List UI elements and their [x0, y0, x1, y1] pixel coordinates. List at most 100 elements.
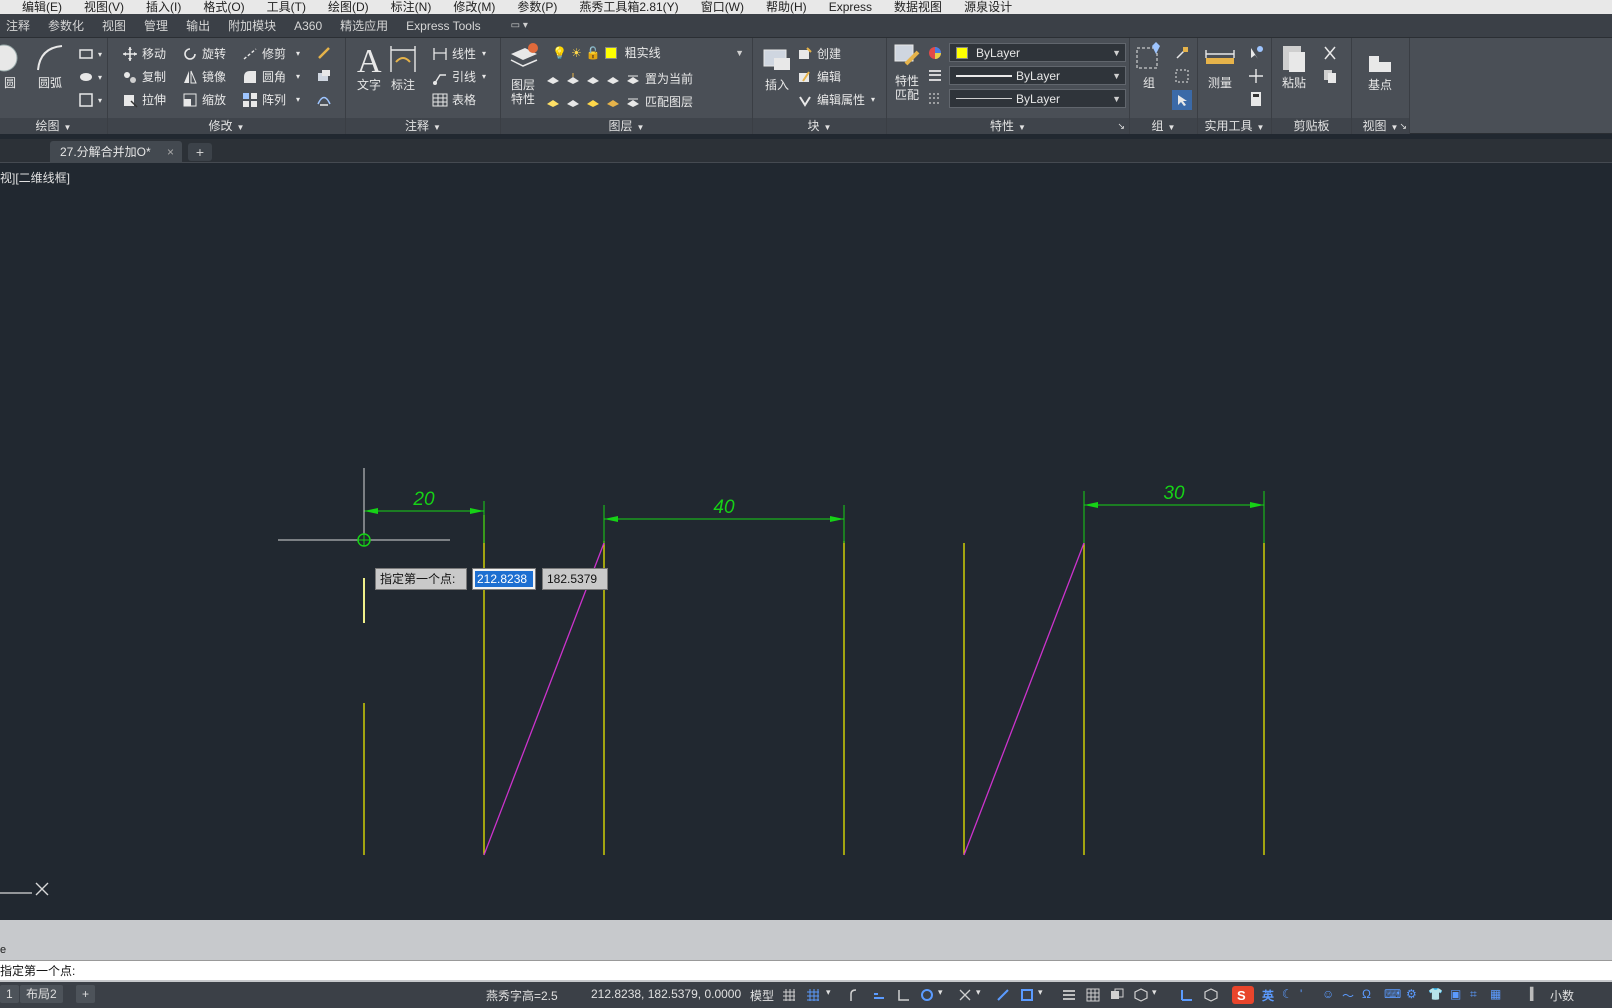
chevron-down-icon[interactable]: ▾ — [938, 987, 943, 998]
layer-off-icon[interactable] — [545, 71, 561, 87]
array-button[interactable]: 阵列 ▾ — [242, 91, 300, 108]
dimension-30[interactable]: 30 — [1084, 483, 1264, 508]
insert-block-button[interactable]: 插入 — [757, 44, 797, 92]
dimension-40[interactable]: 40 — [604, 497, 844, 522]
tab-featured-apps[interactable]: 精选应用 — [340, 17, 388, 34]
voice-icon[interactable]: 〜 — [1342, 987, 1354, 1004]
menu-express[interactable]: Express — [829, 0, 872, 14]
panel-block-title[interactable]: 块 ▼ — [753, 118, 886, 134]
infer-constraints-icon[interactable] — [848, 988, 862, 1002]
diagonal-line[interactable] — [963, 542, 1085, 856]
scale-button[interactable]: 缩放 — [182, 91, 226, 108]
menu-modify[interactable]: 修改(M) — [453, 0, 495, 14]
layout-tab-1[interactable]: 1 — [0, 985, 19, 1003]
copy-button[interactable]: 复制 — [122, 68, 166, 85]
layer-unlock-icon[interactable] — [605, 94, 621, 110]
trim-button[interactable]: 修剪 ▾ — [242, 45, 300, 62]
menu-help[interactable]: 帮助(H) — [766, 0, 807, 14]
linetype-button[interactable] — [927, 91, 947, 107]
layer-on-icon[interactable] — [545, 94, 561, 110]
model-space-button[interactable]: 模型 — [750, 987, 774, 1004]
units-readout[interactable]: 小数 — [1550, 987, 1574, 1004]
lineweight-button[interactable] — [927, 68, 947, 84]
chevron-down-icon[interactable]: ▾ — [826, 987, 831, 998]
selection-cycling-icon[interactable] — [1110, 988, 1124, 1002]
quick-select-button[interactable] — [1248, 45, 1268, 61]
dimension-button[interactable]: 标注 — [386, 42, 420, 92]
drawing-viewport[interactable]: 视][二维线框] 20 40 30 指定第一个点: 212.8238 182.5… — [0, 163, 1612, 920]
isodraft-icon[interactable] — [958, 988, 972, 1002]
dynamic-input-x-field[interactable]: 212.8238 — [472, 568, 536, 590]
match-properties-button[interactable]: 特性 匹配 — [889, 42, 925, 102]
menu-edit[interactable]: 编辑(E) — [22, 0, 62, 14]
settings-icon[interactable]: ⚙ — [1406, 987, 1417, 1001]
dynamic-input-y-field[interactable]: 182.5379 — [542, 568, 608, 590]
grid-apps-icon[interactable]: ▦ — [1490, 987, 1501, 1001]
object-snap-icon[interactable] — [1020, 988, 1034, 1002]
layer-properties-button[interactable]: 图层 特性 — [505, 42, 541, 106]
linetype-dropdown[interactable]: ByLayer ▼ — [949, 89, 1126, 108]
create-block-button[interactable]: 创建 — [797, 45, 841, 62]
transparency-icon[interactable] — [1086, 988, 1100, 1002]
match-layer-label[interactable]: 匹配图层 — [645, 93, 693, 110]
panel-launcher-icon[interactable]: ↘ — [1399, 118, 1407, 134]
emoji-icon[interactable]: ☺ — [1322, 987, 1334, 1001]
moon-icon[interactable]: ☾ — [1282, 987, 1293, 1001]
lineweight-toggle-icon[interactable] — [1062, 988, 1076, 1002]
menu-draw[interactable]: 绘图(D) — [328, 0, 369, 14]
sogou-ime-logo-icon[interactable]: S — [1232, 986, 1254, 1004]
tab-a360[interactable]: A360 — [294, 19, 322, 33]
base-view-button[interactable]: 基点 — [1358, 46, 1402, 92]
crop-icon[interactable]: ⌗ — [1470, 987, 1477, 1002]
menu-format[interactable]: 格式(O) — [203, 0, 244, 14]
tab-addins[interactable]: 附加模块 — [228, 17, 276, 34]
menu-dimension[interactable]: 标注(N) — [391, 0, 432, 14]
tab-manage[interactable]: 管理 — [144, 17, 168, 34]
panel-groups-title[interactable]: 组 ▼ — [1130, 118, 1197, 134]
menu-insert[interactable]: 插入(I) — [146, 0, 181, 14]
ribbon-minimize-icon[interactable]: ▭ ▾ — [511, 20, 528, 31]
layer-dropdown[interactable]: 💡 ☀ 🔓 粗实线 ▼ — [545, 43, 749, 62]
polar-tracking-icon[interactable] — [920, 988, 934, 1002]
fillet-button[interactable]: 圆角 ▾ — [242, 68, 300, 85]
edit-attributes-button[interactable]: 编辑属性 ▾ — [797, 91, 875, 108]
punctuation-icon[interactable]: ' — [1300, 987, 1302, 1001]
panel-utilities-title[interactable]: 实用工具 ▼ — [1198, 118, 1271, 134]
tab-annotate[interactable]: 注释 — [6, 17, 30, 34]
menu-tools[interactable]: 工具(T) — [267, 0, 306, 14]
rotate-button[interactable]: 旋转 — [182, 45, 226, 62]
cut-button[interactable] — [1322, 45, 1342, 61]
grid-icon[interactable] — [782, 988, 796, 1002]
close-icon[interactable]: × — [167, 141, 174, 163]
group-selection-button[interactable] — [1172, 90, 1192, 110]
layer-unisolate-icon[interactable] — [565, 94, 581, 110]
panel-clipboard-title[interactable]: 剪贴板 — [1272, 118, 1351, 134]
layer-thaw-icon[interactable] — [585, 94, 601, 110]
add-layout-button[interactable]: + — [76, 985, 96, 1003]
color-wheel-button[interactable] — [927, 45, 947, 61]
panel-draw-title[interactable]: 绘图 ▼ — [0, 118, 107, 134]
leader-button[interactable]: 引线 ▾ — [432, 68, 486, 85]
document-tab[interactable]: 27.分解合并加O* × — [50, 141, 182, 163]
coordinates-readout[interactable]: 212.8238, 182.5379, 0.0000 — [591, 987, 741, 1001]
dynamic-input-icon[interactable] — [872, 988, 886, 1002]
chevron-down-icon[interactable]: ▾ — [1038, 987, 1043, 998]
copy-clip-button[interactable] — [1322, 68, 1342, 84]
menu-parametric[interactable]: 参数(P) — [517, 0, 557, 14]
new-tab-button[interactable]: + — [188, 143, 212, 161]
panel-properties-title[interactable]: 特性 ▼ ↘ — [887, 118, 1129, 134]
paste-button[interactable]: 粘贴 — [1276, 42, 1312, 90]
shirt-skin-icon[interactable]: 👕 — [1428, 987, 1443, 1001]
lineweight-dropdown[interactable]: ByLayer ▼ — [949, 66, 1126, 85]
layer-lock-icon[interactable] — [605, 71, 621, 87]
panel-modify-title[interactable]: 修改 ▼ — [108, 118, 345, 134]
calculator-button[interactable] — [1248, 91, 1268, 107]
region-button[interactable]: ▾ — [78, 92, 102, 108]
menu-yanxiu[interactable]: 燕秀工具箱2.81(Y) — [579, 0, 678, 14]
make-current-label[interactable]: 置为当前 — [645, 70, 693, 87]
arc-button[interactable]: 圆弧 — [30, 42, 70, 90]
explode-button[interactable] — [316, 68, 336, 84]
selection-filter-icon[interactable] — [1204, 988, 1218, 1002]
menu-view[interactable]: 视图(V) — [84, 0, 124, 14]
menu-yuanquan[interactable]: 源泉设计 — [964, 0, 1012, 14]
